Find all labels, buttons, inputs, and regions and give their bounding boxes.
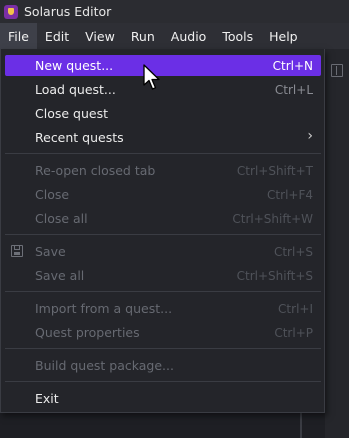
menu-file[interactable]: File <box>0 23 37 49</box>
quest-properties-shortcut: Ctrl+P <box>274 325 313 340</box>
menu-item-quest-properties[interactable]: Quest properties Ctrl+P <box>5 322 321 343</box>
menu-separator <box>5 291 321 292</box>
menu-item-recent-quests[interactable]: Recent quests › <box>5 127 321 148</box>
menu-separator <box>5 234 321 235</box>
title-bar: Solarus Editor <box>0 0 349 23</box>
load-quest-label: Load quest... <box>35 82 116 97</box>
save-all-shortcut: Ctrl+Shift+S <box>236 268 313 283</box>
menu-item-save-all[interactable]: Save all Ctrl+Shift+S <box>5 265 321 286</box>
panel-divider <box>300 413 302 438</box>
menu-tools[interactable]: Tools <box>214 23 261 49</box>
reopen-closed-tab-shortcut: Ctrl+Shift+T <box>236 163 313 178</box>
load-quest-shortcut: Ctrl+L <box>274 82 313 97</box>
menu-item-reopen-closed-tab[interactable]: Re-open closed tab Ctrl+Shift+T <box>5 160 321 181</box>
new-quest-shortcut: Ctrl+N <box>272 58 313 73</box>
save-shortcut: Ctrl+S <box>273 244 313 259</box>
reopen-closed-tab-label: Re-open closed tab <box>35 163 156 178</box>
file-menu-dropdown: New quest... Ctrl+N Load quest... Ctrl+L… <box>0 49 325 413</box>
menu-help[interactable]: Help <box>261 23 306 49</box>
close-all-label: Close all <box>35 211 88 226</box>
menu-item-close-all[interactable]: Close all Ctrl+Shift+W <box>5 208 321 229</box>
window-title: Solarus Editor <box>24 4 112 19</box>
close-shortcut: Ctrl+F4 <box>267 187 313 202</box>
recent-quests-label: Recent quests <box>35 130 124 145</box>
menu-item-close-quest[interactable]: Close quest <box>5 103 321 124</box>
mouse-cursor-icon <box>143 64 160 90</box>
chevron-right-icon: › <box>307 128 313 144</box>
solarus-logo-icon <box>4 4 18 19</box>
menu-view[interactable]: View <box>77 23 123 49</box>
build-quest-package-label: Build quest package... <box>35 358 174 373</box>
menu-run[interactable]: Run <box>123 23 163 49</box>
save-icon <box>11 245 23 257</box>
menu-separator <box>5 153 321 154</box>
menu-separator <box>5 381 321 382</box>
exit-label: Exit <box>35 391 59 406</box>
menu-item-close[interactable]: Close Ctrl+F4 <box>5 184 321 205</box>
menu-item-save[interactable]: Save Ctrl+S <box>5 241 321 262</box>
menu-item-build-quest-package[interactable]: Build quest package... <box>5 355 321 376</box>
close-quest-label: Close quest <box>35 106 108 121</box>
menu-edit[interactable]: Edit <box>37 23 77 49</box>
quest-properties-label: Quest properties <box>35 325 140 340</box>
close-all-shortcut: Ctrl+Shift+W <box>232 211 313 226</box>
menu-item-import-from-quest[interactable]: Import from a quest... Ctrl+I <box>5 298 321 319</box>
map-icon[interactable] <box>331 64 343 77</box>
side-panel <box>325 49 349 438</box>
menu-item-exit[interactable]: Exit <box>5 388 321 409</box>
menu-item-new-quest[interactable]: New quest... Ctrl+N <box>5 55 321 76</box>
save-label: Save <box>35 244 66 259</box>
import-from-quest-shortcut: Ctrl+I <box>278 301 313 316</box>
menu-bar: File Edit View Run Audio Tools Help <box>0 23 349 49</box>
import-from-quest-label: Import from a quest... <box>35 301 173 316</box>
menu-audio[interactable]: Audio <box>163 23 215 49</box>
close-label: Close <box>35 187 70 202</box>
save-all-label: Save all <box>35 268 85 283</box>
menu-separator <box>5 348 321 349</box>
new-quest-label: New quest... <box>35 58 114 73</box>
menu-item-load-quest[interactable]: Load quest... Ctrl+L <box>5 79 321 100</box>
